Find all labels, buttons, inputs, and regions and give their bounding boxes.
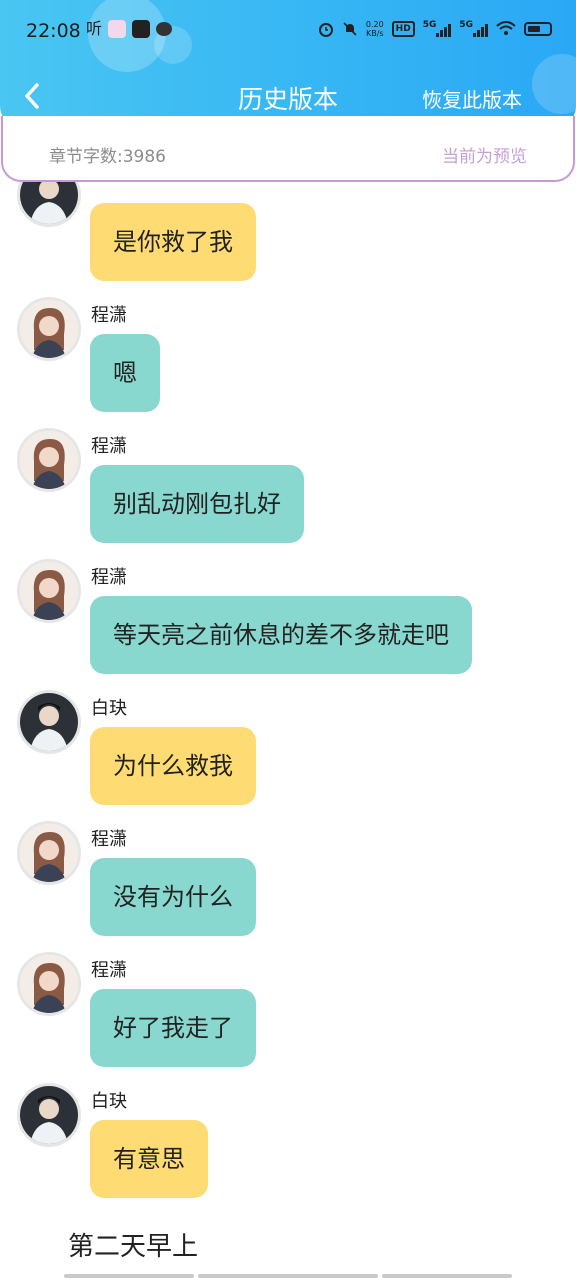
male-avatar[interactable] xyxy=(17,690,81,754)
narration-underline xyxy=(64,1274,512,1278)
sender-name: 程潇 xyxy=(91,960,127,981)
message-bubble[interactable]: 好了我走了 xyxy=(90,989,256,1067)
sender-name: 程潇 xyxy=(91,436,127,457)
sender-name: 程潇 xyxy=(91,829,127,850)
restore-version-button[interactable]: 恢复此版本 xyxy=(422,84,522,113)
female-avatar[interactable] xyxy=(17,297,81,361)
sender-name: 程潇 xyxy=(91,567,127,588)
chat-bubble-icon xyxy=(156,22,173,36)
alarm-icon xyxy=(318,20,334,38)
app-notification-icon xyxy=(108,20,127,38)
female-avatar[interactable] xyxy=(17,428,81,492)
net-speed-value: 0.20 xyxy=(365,20,384,29)
word-count: 章节字数:3986 xyxy=(49,147,166,167)
listen-app-icon: 听 xyxy=(86,19,103,38)
battery-icon xyxy=(524,22,552,36)
notification-icons: 听 xyxy=(86,19,173,38)
message-bubble[interactable]: 等天亮之前休息的差不多就走吧 xyxy=(90,596,472,674)
sender-name: 白玦 xyxy=(91,698,127,719)
wifi-icon xyxy=(496,20,516,38)
female-avatar[interactable] xyxy=(17,952,81,1016)
message-bubble[interactable]: 别乱动刚包扎好 xyxy=(90,465,304,543)
status-bar: 22:08 听 0.20 KB/s HD 5G 5G xyxy=(0,0,576,64)
status-time: 22:08 xyxy=(26,20,81,42)
mute-bell-icon xyxy=(342,20,358,38)
message-bubble[interactable]: 嗯 xyxy=(90,334,160,412)
signal-5g-label: 5G xyxy=(459,20,473,30)
header: 22:08 听 0.20 KB/s HD 5G 5G 历史版本 恢复此版本 xyxy=(0,0,576,128)
system-icons: 0.20 KB/s HD 5G 5G xyxy=(318,20,552,38)
net-speed-unit: KB/s xyxy=(365,29,384,38)
preview-status: 当前为预览 xyxy=(442,147,527,167)
message-bubble[interactable]: 为什么救我 xyxy=(90,727,256,805)
message-bubble[interactable]: 是你救了我 xyxy=(90,203,256,281)
net-speed: 0.20 KB/s xyxy=(366,20,384,38)
male-avatar[interactable] xyxy=(17,1083,81,1147)
chapter-info-bar: 章节字数:3986 当前为预览 xyxy=(1,116,575,182)
message-bubble[interactable]: 有意思 xyxy=(90,1120,208,1198)
sender-name: 白玦 xyxy=(91,1091,127,1112)
female-avatar[interactable] xyxy=(17,559,81,623)
signal-icon: 5G xyxy=(459,20,488,38)
female-avatar[interactable] xyxy=(17,821,81,885)
sender-name: 白玦 xyxy=(91,182,127,184)
signal-icon: 5G xyxy=(423,20,452,38)
signal-5g-label: 5G xyxy=(422,20,437,30)
chat-list[interactable]: 白玦 是你救了我 程潇 嗯 程潇 别乱动刚包扎好 程潇 等天亮之前休息的差不多就… xyxy=(0,182,576,1280)
message-bubble[interactable]: 没有为什么 xyxy=(90,858,256,936)
narration-text: 第二天早上 xyxy=(68,1232,199,1262)
app-notification-icon xyxy=(132,20,151,38)
hd-icon: HD xyxy=(391,21,415,37)
male-avatar[interactable] xyxy=(17,182,81,227)
sender-name: 程潇 xyxy=(91,305,127,326)
